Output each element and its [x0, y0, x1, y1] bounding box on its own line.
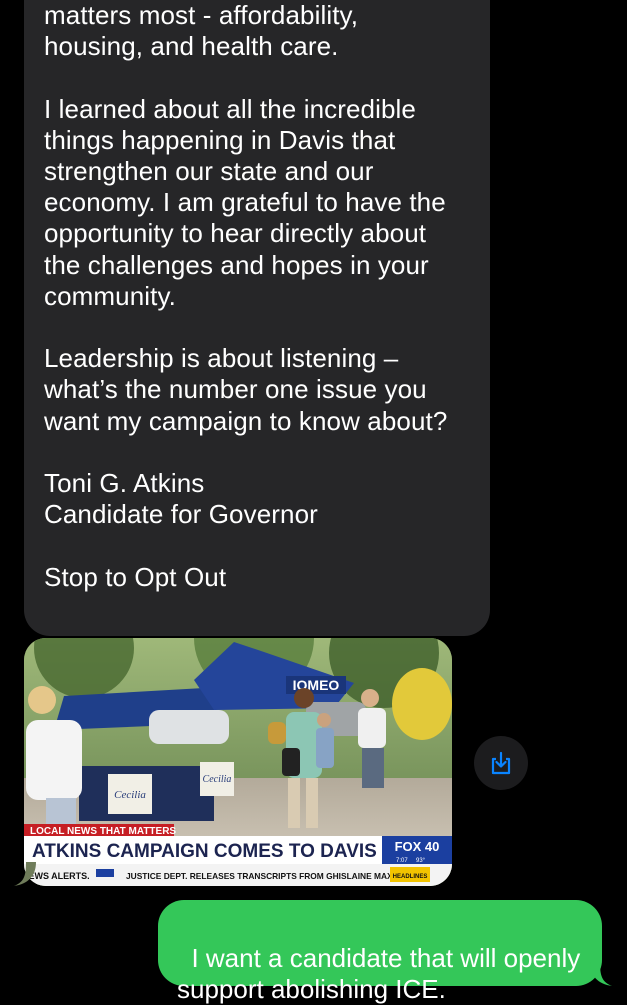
save-to-photos-icon: [491, 751, 511, 775]
news-headline: ATKINS CAMPAIGN COMES TO DAVIS: [32, 841, 377, 862]
news-temperature: 93°: [416, 858, 426, 864]
incoming-message-text: matters most - affordability, housing, a…: [44, 0, 448, 592]
news-video-thumbnail[interactable]: IOMEO Cecilia Cecilia LOCAL NEWS THAT MA…: [24, 638, 452, 886]
channel-logo: FOX 40: [395, 839, 440, 854]
sign-text-2: Cecilia: [203, 774, 232, 785]
save-to-photos-button[interactable]: [474, 736, 528, 790]
news-tagline: LOCAL NEWS THAT MATTERS: [30, 826, 176, 837]
outgoing-message-text: I want a candidate that will openly supp…: [177, 943, 581, 1004]
news-time: 7:07: [396, 858, 408, 864]
ticker-main: JUSTICE DEPT. RELEASES TRANSCRIPTS FROM …: [126, 871, 424, 881]
ticker-badge: HEADLINES: [393, 874, 428, 880]
incoming-bubble-tail: [14, 862, 36, 886]
outgoing-bubble-tail: [590, 962, 612, 986]
outgoing-message-bubble[interactable]: I want a candidate that will openly supp…: [158, 900, 602, 1004]
sign-text-1: Cecilia: [114, 789, 146, 801]
